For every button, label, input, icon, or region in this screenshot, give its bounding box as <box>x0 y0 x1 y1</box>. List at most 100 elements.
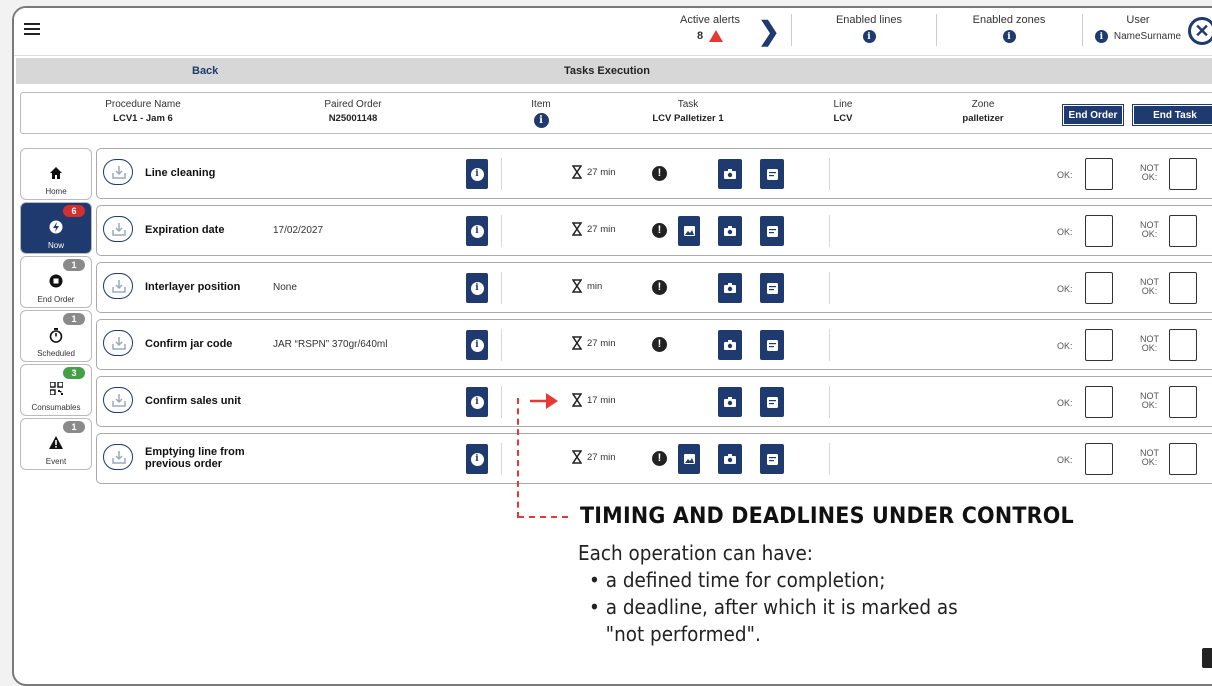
task-name: Confirm sales unit <box>145 395 241 407</box>
annotation-intro: Each operation can have: <box>578 541 813 565</box>
user-menu[interactable]: User i NameSurname <box>1090 14 1186 43</box>
sidebar-item-end-order[interactable]: 1 End Order <box>20 256 92 308</box>
camera-button[interactable] <box>718 330 742 360</box>
enabled-lines[interactable]: Enabled lines i <box>814 14 924 43</box>
user-label: User <box>1126 14 1150 26</box>
badge-count: 1 <box>63 421 85 433</box>
line-value: LCV <box>833 113 853 124</box>
enabled-zones[interactable]: Enabled zones i <box>954 14 1064 43</box>
close-icon[interactable]: ✕ <box>1188 17 1212 45</box>
chevron-right-icon[interactable]: ❯ <box>758 18 780 44</box>
not-ok-label: NOT OK: <box>1140 448 1159 467</box>
ok-checkbox[interactable] <box>1085 329 1113 361</box>
ok-checkbox[interactable] <box>1085 272 1113 304</box>
note-button[interactable] <box>760 159 784 189</box>
divider <box>501 158 502 190</box>
camera-button[interactable] <box>718 444 742 474</box>
info-icon: i <box>470 224 484 238</box>
end-task-button[interactable]: End Task <box>1132 104 1212 126</box>
task-name: Expiration date <box>145 224 225 236</box>
procedure-name: Procedure Name LCV1 - Jam 6 <box>83 99 203 124</box>
not-ok-checkbox[interactable] <box>1169 215 1197 247</box>
camera-button[interactable] <box>718 387 742 417</box>
procedure-name-label: Procedure Name <box>105 99 181 110</box>
download-icon[interactable] <box>103 216 133 242</box>
corner-tab <box>1202 648 1212 668</box>
info-button[interactable]: i <box>466 387 488 417</box>
task-name: Interlayer position <box>145 281 241 293</box>
ok-checkbox[interactable] <box>1085 158 1113 190</box>
sidebar-item-now[interactable]: 6 Now <box>20 202 92 254</box>
note-button[interactable] <box>760 216 784 246</box>
task-value: 17/02/2027 <box>273 225 324 236</box>
info-icon: i <box>1002 30 1016 43</box>
download-icon[interactable] <box>103 159 133 185</box>
image-icon <box>683 226 695 236</box>
hourglass-icon <box>572 336 582 350</box>
sidebar-item-home[interactable]: Home <box>20 148 92 200</box>
camera-icon <box>724 397 736 407</box>
sidebar-item-consumables[interactable]: 3 Consumables <box>20 364 92 416</box>
sidebar-item-label: End Order <box>37 295 75 304</box>
zone: Zone palletizer <box>933 99 1033 124</box>
active-alerts[interactable]: Active alerts 8 <box>670 14 750 42</box>
ok-label: OK: <box>1057 398 1073 408</box>
annotation-title: TIMING AND DEADLINES UNDER CONTROL <box>580 504 1074 529</box>
note-button[interactable] <box>760 387 784 417</box>
note-button[interactable] <box>760 444 784 474</box>
download-icon[interactable] <box>103 273 133 299</box>
camera-icon <box>724 454 736 464</box>
annotation-connector <box>518 516 568 518</box>
back-button[interactable]: Back <box>192 65 218 77</box>
badge-count: 1 <box>63 259 85 271</box>
note-icon <box>766 396 778 408</box>
ok-checkbox[interactable] <box>1085 386 1113 418</box>
not-ok-checkbox[interactable] <box>1169 158 1197 190</box>
ok-checkbox[interactable] <box>1085 215 1113 247</box>
ok-checkbox[interactable] <box>1085 443 1113 475</box>
camera-button[interactable] <box>718 216 742 246</box>
not-ok-checkbox[interactable] <box>1169 329 1197 361</box>
end-order-button[interactable]: End Order <box>1062 104 1124 126</box>
not-ok-label: NOT OK: <box>1140 334 1159 353</box>
info-icon: i <box>470 452 484 466</box>
sidebar-item-event[interactable]: 1 Event <box>20 418 92 470</box>
paired-order-value: N25001148 <box>328 113 378 124</box>
top-bar: Active alerts 8 ❯ Enabled lines i Enable… <box>14 8 1212 56</box>
bolt-icon <box>21 220 91 238</box>
info-button[interactable]: i <box>466 159 488 189</box>
ok-label: OK: <box>1057 284 1073 294</box>
hourglass-icon <box>572 279 582 293</box>
info-button[interactable]: i <box>466 273 488 303</box>
stopwatch-icon <box>21 328 91 347</box>
task-row: Confirm sales unit i 17 min OK: NOT OK: <box>96 376 1212 427</box>
camera-button[interactable] <box>718 273 742 303</box>
task-label: Task <box>677 99 699 110</box>
download-icon[interactable] <box>103 330 133 356</box>
info-button[interactable]: i <box>466 216 488 246</box>
task: Task LCV Palletizer 1 <box>623 99 753 124</box>
hamburger-menu-icon[interactable] <box>24 23 40 37</box>
image-button[interactable] <box>678 216 700 246</box>
home-icon <box>21 166 91 184</box>
download-icon[interactable] <box>103 387 133 413</box>
info-button[interactable]: i <box>466 444 488 474</box>
divider <box>1082 14 1083 46</box>
image-button[interactable] <box>678 444 700 474</box>
not-ok-checkbox[interactable] <box>1169 386 1197 418</box>
ok-label: OK: <box>1057 455 1073 465</box>
note-button[interactable] <box>760 330 784 360</box>
timer-value: 17 min <box>587 394 616 406</box>
item-info-icon[interactable]: i <box>533 113 549 128</box>
not-ok-checkbox[interactable] <box>1169 272 1197 304</box>
info-button[interactable]: i <box>466 330 488 360</box>
download-icon[interactable] <box>103 444 133 470</box>
sidebar-item-scheduled[interactable]: 1 Scheduled <box>20 310 92 362</box>
task-list: Line cleaning i 27 min ! OK: NOT OK: Expi… <box>96 148 1212 490</box>
not-ok-checkbox[interactable] <box>1169 443 1197 475</box>
camera-button[interactable] <box>718 159 742 189</box>
divider <box>501 386 502 418</box>
note-button[interactable] <box>760 273 784 303</box>
task-row: Interlayer position None i min ! OK: NOT… <box>96 262 1212 313</box>
ok-label: OK: <box>1057 170 1073 180</box>
